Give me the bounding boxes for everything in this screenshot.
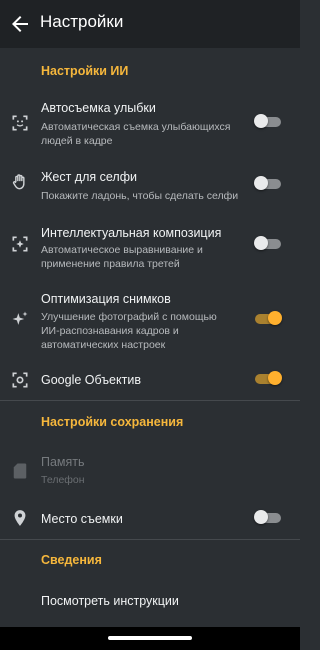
- composition-icon: [12, 236, 28, 252]
- setting-smile-shot[interactable]: Автосъемка улыбки Автоматическая съемка …: [0, 94, 300, 154]
- location-pin-icon: [14, 510, 26, 526]
- section-save-settings: Настройки сохранения: [41, 415, 184, 429]
- setting-title: Автосъемка улыбки: [41, 101, 156, 115]
- home-gesture-handle[interactable]: [108, 636, 192, 640]
- setting-title: Интеллектуальная композиция: [41, 226, 222, 240]
- smile-shot-icon: [12, 115, 28, 131]
- setting-smart-composition[interactable]: Интеллектуальная композиция Автоматическ…: [0, 220, 300, 276]
- section-ai-settings: Настройки ИИ: [41, 64, 129, 78]
- setting-selfie-gesture[interactable]: Жест для селфи Покажите ладонь, чтобы сд…: [0, 164, 300, 210]
- view-instructions-label: Посмотреть инструкции: [41, 594, 179, 608]
- google-lens-icon: [12, 372, 28, 388]
- setting-description: Автоматическая съемка улыбающихся людей в…: [41, 121, 231, 147]
- setting-title: Жест для селфи: [41, 170, 137, 184]
- selfie-gesture-toggle[interactable]: [254, 176, 281, 190]
- setting-title: Оптимизация снимков: [41, 292, 171, 306]
- divider: [0, 539, 300, 540]
- setting-title: Google Объектив: [41, 373, 141, 387]
- setting-description: Покажите ладонь, чтобы сделать селфи: [41, 190, 239, 202]
- setting-value: Телефон: [41, 474, 85, 486]
- arrow-back-icon[interactable]: [8, 12, 32, 36]
- app-bar: Настройки: [0, 0, 300, 48]
- setting-photo-optimization[interactable]: Оптимизация снимков Улучшение фотографий…: [0, 288, 300, 354]
- page-title: Настройки: [40, 12, 124, 31]
- location-toggle[interactable]: [254, 510, 281, 524]
- google-lens-toggle[interactable]: [255, 371, 282, 385]
- setting-title: Место съемки: [41, 512, 123, 526]
- palm-gesture-icon: [12, 174, 25, 190]
- setting-description: Улучшение фотографий с помощью ИИ-распозн…: [41, 311, 217, 351]
- view-instructions-item[interactable]: Посмотреть инструкции: [0, 585, 300, 617]
- photo-optimization-toggle[interactable]: [255, 311, 282, 325]
- sd-card-icon: [13, 463, 27, 479]
- system-nav-bar: [0, 627, 300, 650]
- setting-description: Автоматическое выравнивание и применение …: [41, 244, 203, 270]
- setting-storage: Память Телефон: [0, 448, 300, 492]
- setting-location[interactable]: Место съемки: [0, 504, 300, 534]
- smart-composition-toggle[interactable]: [254, 236, 281, 250]
- smile-shot-toggle[interactable]: [254, 114, 281, 128]
- setting-google-lens[interactable]: Google Объектив: [0, 364, 300, 396]
- section-info: Сведения: [41, 553, 102, 567]
- sparkle-icon: [12, 311, 28, 325]
- divider: [0, 400, 300, 401]
- setting-title: Память: [41, 455, 85, 469]
